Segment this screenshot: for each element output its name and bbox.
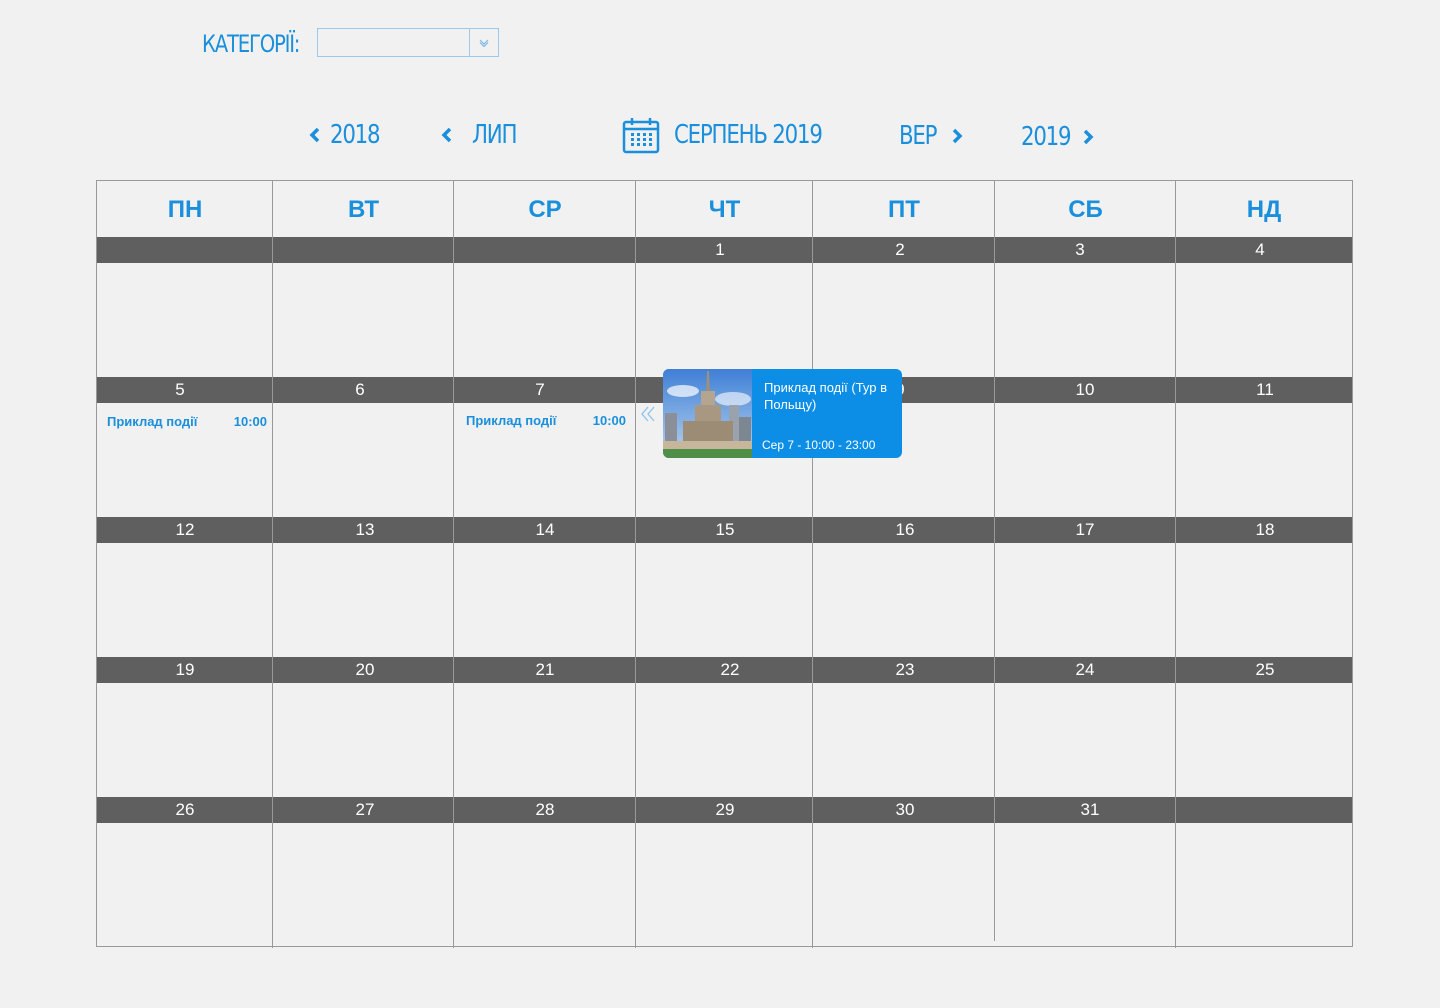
category-dropdown-toggle[interactable] (469, 29, 498, 56)
chevron-down-icon (479, 39, 489, 47)
day-number[interactable]: 30 (885, 800, 925, 820)
chevron-left-icon (309, 127, 320, 143)
double-chevron-left-icon (641, 406, 655, 422)
day-number[interactable]: 21 (525, 660, 565, 680)
weekday-header: НД (1246, 195, 1282, 223)
chevron-left-icon (441, 127, 452, 143)
week-row: 1 2 3 4 (97, 237, 1352, 377)
calendar-event[interactable]: Приклад події 10:00 (107, 414, 267, 429)
day-number[interactable]: 13 (345, 520, 385, 540)
popup-event-date: Сер 7 - 10:00 - 23:00 (762, 438, 876, 452)
category-select[interactable] (317, 28, 499, 57)
event-title: Приклад події (466, 413, 557, 428)
weekday-header: ЧТ (708, 195, 741, 223)
calendar-icon (622, 118, 660, 154)
day-number[interactable]: 31 (1070, 800, 1110, 820)
day-number[interactable]: 7 (520, 380, 560, 400)
next-month-link[interactable]: ВЕР (899, 121, 964, 151)
week-row: 26 27 28 29 30 31 (97, 797, 1352, 937)
day-number[interactable]: 5 (160, 380, 200, 400)
day-number[interactable]: 28 (525, 800, 565, 820)
current-month-label: СЕРПЕНЬ 2019 (674, 120, 823, 150)
day-number[interactable]: 4 (1240, 240, 1280, 260)
day-number[interactable]: 3 (1060, 240, 1100, 260)
popup-event-title: Приклад події (Тур в Польщу) (764, 380, 888, 412)
grid-divider (812, 181, 813, 948)
day-number[interactable]: 18 (1245, 520, 1285, 540)
day-number[interactable]: 26 (165, 800, 205, 820)
event-title: Приклад події (107, 414, 198, 429)
day-number[interactable]: 15 (705, 520, 745, 540)
grid-divider (1175, 181, 1176, 948)
calendar-event[interactable]: Приклад події 10:00 (466, 413, 626, 428)
event-thumbnail-image (663, 369, 752, 458)
grid-divider (635, 181, 636, 948)
day-number[interactable]: 11 (1245, 380, 1285, 400)
day-number[interactable]: 2 (880, 240, 920, 260)
grid-divider (272, 181, 273, 948)
calendar-page: КАТЕГОРІЇ: 2018 ЛИП СЕРПЕНЬ 2019 ВЕР 201… (0, 0, 1440, 1008)
day-number[interactable]: 19 (165, 660, 205, 680)
chevron-right-icon (953, 128, 963, 144)
event-popup[interactable]: Приклад події (Тур в Польщу) Сер 7 - 10:… (663, 369, 902, 458)
weekday-header-row: ПН ВТ СР ЧТ ПТ СБ НД (97, 181, 1352, 238)
prev-month-label: ЛИП (472, 120, 518, 150)
category-label: КАТЕГОРІЇ: (202, 30, 300, 58)
prev-year-link[interactable]: 2018 (308, 120, 390, 150)
weekday-header: ВТ (347, 195, 380, 223)
day-number[interactable]: 29 (705, 800, 745, 820)
weekday-header: СР (528, 195, 562, 223)
next-year-label: 2019 (1021, 122, 1072, 152)
day-number[interactable]: 27 (345, 800, 385, 820)
event-time: 10:00 (233, 414, 267, 429)
grid-divider (453, 181, 454, 948)
week-row: 12 13 14 15 16 17 18 (97, 517, 1352, 657)
day-number[interactable]: 1 (700, 240, 740, 260)
weekday-header: ПТ (888, 195, 920, 223)
day-number[interactable]: 16 (885, 520, 925, 540)
day-number[interactable]: 22 (710, 660, 750, 680)
next-year-link[interactable]: 2019 (1021, 122, 1095, 152)
prev-month-link[interactable]: ЛИП (440, 120, 526, 150)
prev-year-label: 2018 (330, 120, 381, 150)
grid-divider (994, 181, 995, 941)
day-number[interactable]: 10 (1065, 380, 1105, 400)
day-number[interactable]: 14 (525, 520, 565, 540)
day-number[interactable]: 20 (345, 660, 385, 680)
next-month-label: ВЕР (899, 121, 938, 151)
week-row: 19 20 21 22 23 24 25 (97, 657, 1352, 797)
day-number[interactable]: 24 (1065, 660, 1105, 680)
day-number[interactable]: 23 (885, 660, 925, 680)
chevron-right-icon (1083, 129, 1094, 145)
calendar-grid: ПН ВТ СР ЧТ ПТ СБ НД 1 2 3 4 5 6 7 8 9 (96, 180, 1353, 948)
weekday-header: ПН (167, 195, 203, 223)
current-month[interactable]: СЕРПЕНЬ 2019 (622, 116, 854, 154)
day-number[interactable]: 17 (1065, 520, 1105, 540)
event-time: 10:00 (592, 413, 626, 428)
day-number[interactable]: 6 (340, 380, 380, 400)
weekday-header: СБ (1068, 195, 1103, 223)
day-number[interactable]: 12 (165, 520, 205, 540)
day-number[interactable]: 25 (1245, 660, 1285, 680)
